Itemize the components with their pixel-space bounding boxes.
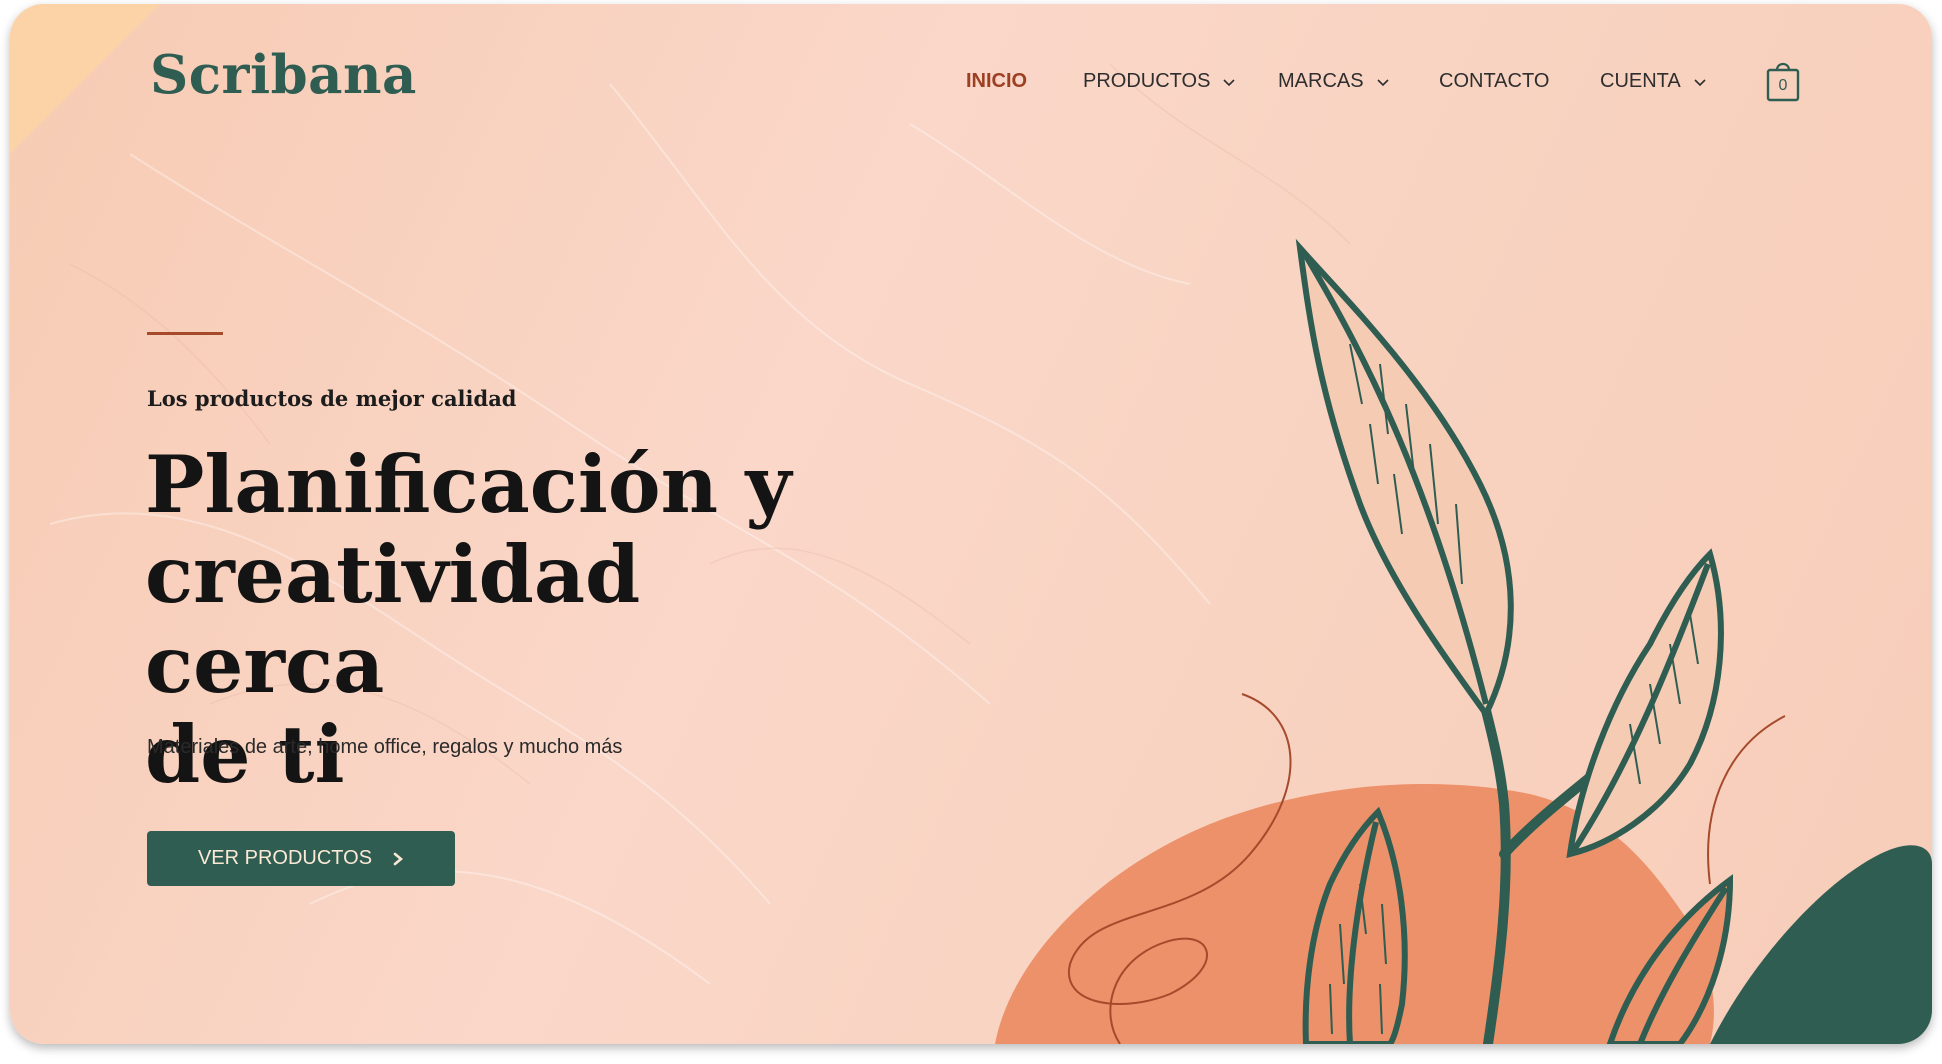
headline-line: Planificación y [145,438,792,531]
nav-item-label: CUENTA [1600,70,1681,92]
nav-item-label: MARCAS [1278,70,1364,92]
cart-button[interactable]: 0 [1766,60,1800,102]
chevron-down-icon [1223,78,1235,86]
leaf-right [1566,548,1724,858]
hero-section: Scribana INICIO PRODUCTOS MARCAS CONTACT… [10,4,1932,1044]
green-blob-shape [1710,845,1932,1044]
hero-eyebrow: Los productos de mejor calidad [147,386,517,411]
hero-accent-line [147,332,223,335]
chevron-down-icon [1694,78,1706,86]
nav-item-label: PRODUCTOS [1083,70,1211,92]
brand-logo[interactable]: Scribana [150,44,417,106]
nav-item-contacto[interactable]: CONTACTO [1439,70,1549,93]
nav-item-inicio[interactable]: INICIO [966,70,1027,93]
nav-item-marcas[interactable]: MARCAS [1278,70,1390,93]
nav-item-label: INICIO [966,70,1028,92]
nav-item-label: CONTACTO [1439,70,1550,92]
nav-item-productos[interactable]: PRODUCTOS [1083,70,1236,93]
nav-item-cuenta[interactable]: CUENTA [1600,70,1707,93]
ver-productos-button[interactable]: VER PRODUCTOS [147,831,455,886]
cart-count-badge: 0 [1778,77,1788,94]
leaf-large [1295,238,1514,720]
cta-label: VER PRODUCTOS [197,847,373,869]
chevron-right-icon [393,852,404,865]
hero-subtitle: Materiales de arte, home office, regalos… [147,736,623,758]
headline-line: creatividad cerca [145,528,641,711]
chevron-down-icon [1377,78,1389,86]
